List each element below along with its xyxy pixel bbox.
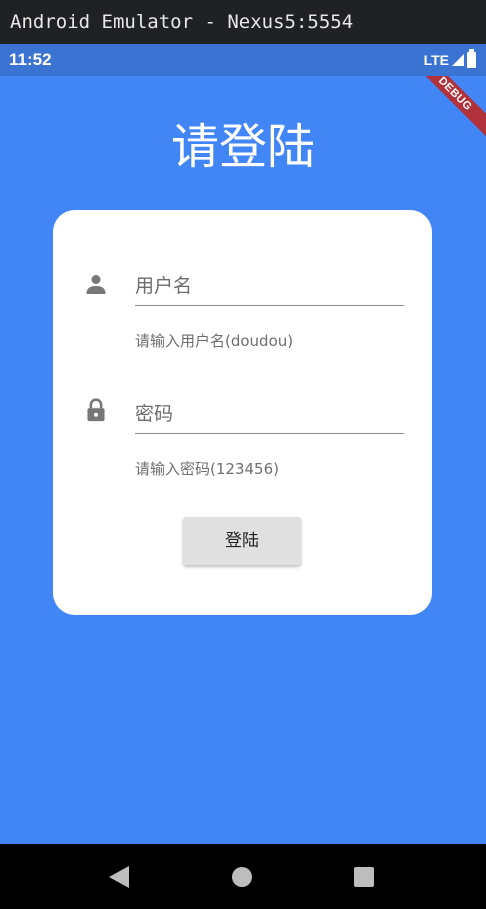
recents-icon[interactable] [354, 867, 374, 887]
lock-icon [87, 398, 105, 422]
status-bar: 11:52 LTE [0, 44, 486, 76]
username-input[interactable]: 用户名 [135, 266, 404, 306]
home-icon[interactable] [232, 867, 252, 887]
signal-icon [452, 54, 464, 66]
password-input[interactable]: 密码 [135, 394, 404, 434]
person-icon [86, 275, 106, 294]
status-icons: LTE [424, 44, 476, 76]
username-helper: 请输入用户名(doudou) [135, 332, 294, 350]
window-title: Android Emulator - Nexus5:5554 [10, 11, 354, 33]
window-title-bar: Android Emulator - Nexus5:5554 [0, 0, 486, 44]
status-time: 11:52 [9, 50, 52, 69]
battery-icon [467, 49, 476, 68]
password-helper: 请输入密码(123456) [135, 460, 279, 478]
page-title: 请登陆 [170, 119, 315, 175]
back-icon[interactable] [109, 866, 129, 888]
network-type: LTE [423, 52, 449, 68]
app-screen: DEBUG 请登陆 用户名 请输入用户名(doudou) 密码 请输入密码(12… [0, 76, 486, 844]
username-placeholder: 用户名 [135, 275, 193, 297]
login-button[interactable]: 登陆 [183, 517, 301, 565]
password-placeholder: 密码 [135, 403, 174, 425]
login-card: 用户名 请输入用户名(doudou) 密码 请输入密码(123456) 登陆 [53, 210, 432, 615]
navigation-bar [0, 844, 486, 909]
